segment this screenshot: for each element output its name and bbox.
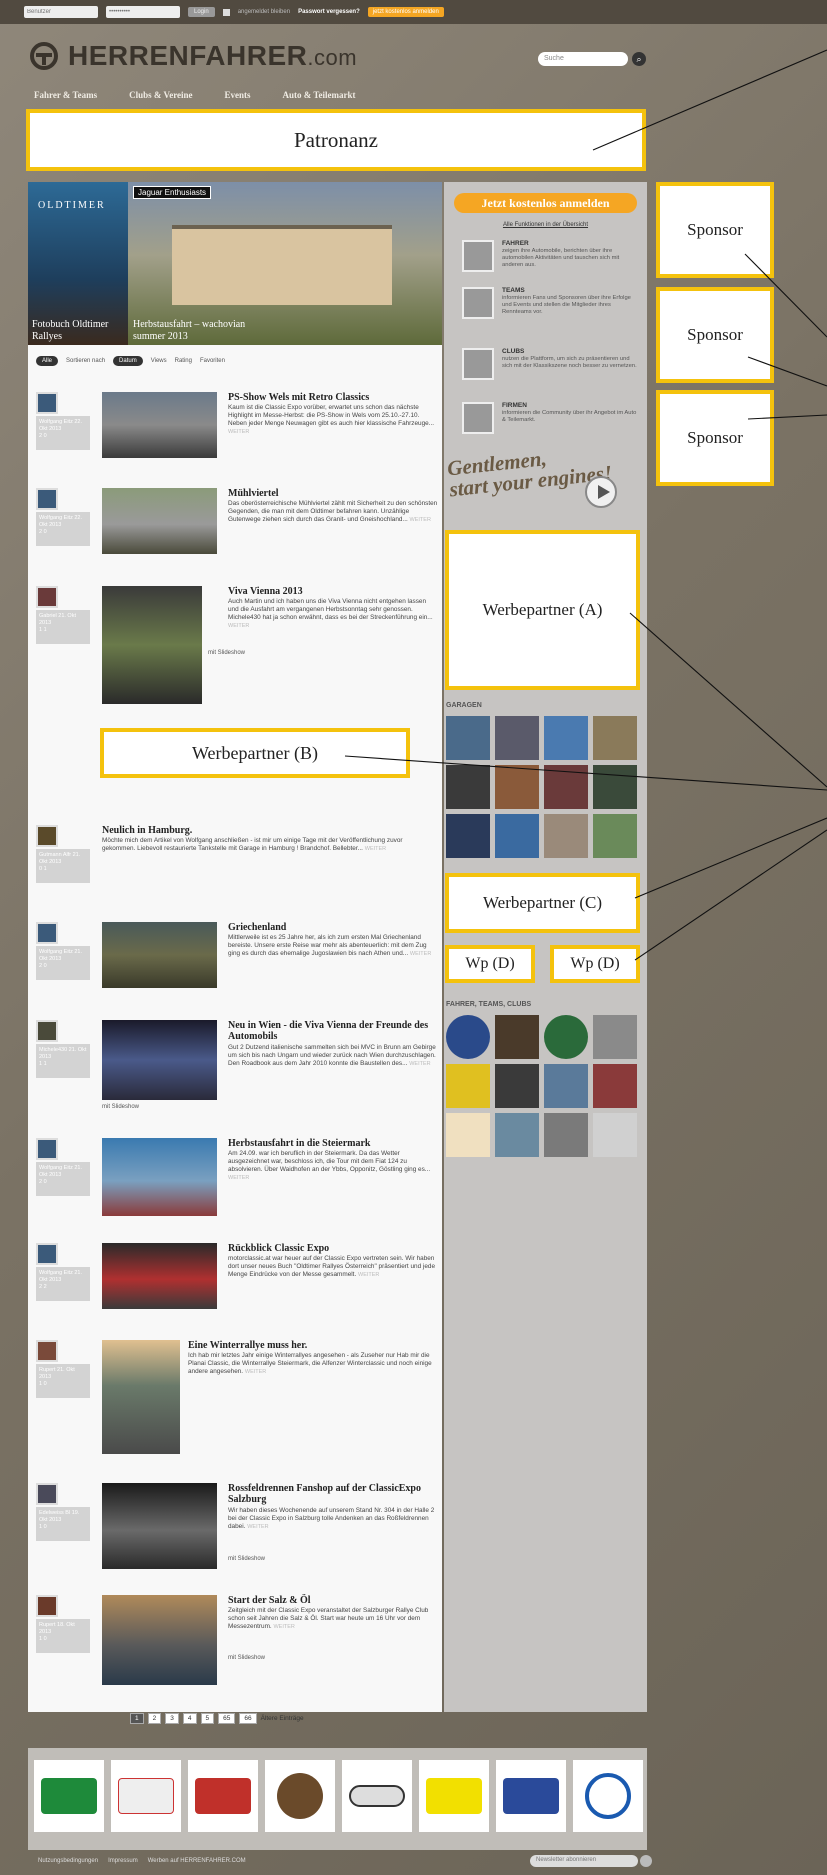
newsletter-submit-icon[interactable]: [640, 1855, 652, 1867]
partner-logo[interactable]: [419, 1760, 489, 1832]
arrow-sponsor-2: [747, 356, 827, 387]
arrow-werbepartner-c: [634, 817, 827, 899]
partner-logo[interactable]: [111, 1760, 181, 1832]
partner-logo[interactable]: [496, 1760, 566, 1832]
footer-link-imprint[interactable]: Impressum: [108, 1858, 138, 1864]
partner-logo-bar: [28, 1748, 647, 1850]
arrow-werbepartner-d: [634, 829, 827, 961]
partner-logo[interactable]: [188, 1760, 258, 1832]
footer-link-terms[interactable]: Nutzungsbedingungen: [38, 1858, 98, 1864]
arrow-sponsor-3: [747, 414, 827, 420]
footer-links: Nutzungsbedingungen Impressum Werben auf…: [38, 1858, 246, 1864]
annotation-arrows: [344, 49, 827, 961]
arrow-werbepartner-a: [629, 612, 827, 788]
arrow-patronanz: [592, 49, 827, 151]
footer-link-advertise[interactable]: Werben auf HERRENFAHRER.COM: [148, 1858, 246, 1864]
partner-logo[interactable]: [34, 1760, 104, 1832]
newsletter-input[interactable]: Newsletter abonnieren: [530, 1855, 638, 1867]
partner-logo[interactable]: [342, 1760, 412, 1832]
partner-logo[interactable]: [265, 1760, 335, 1832]
arrow-werbepartner-b: [344, 755, 827, 791]
arrow-sponsor-1: [744, 253, 827, 338]
partner-logo[interactable]: [573, 1760, 643, 1832]
